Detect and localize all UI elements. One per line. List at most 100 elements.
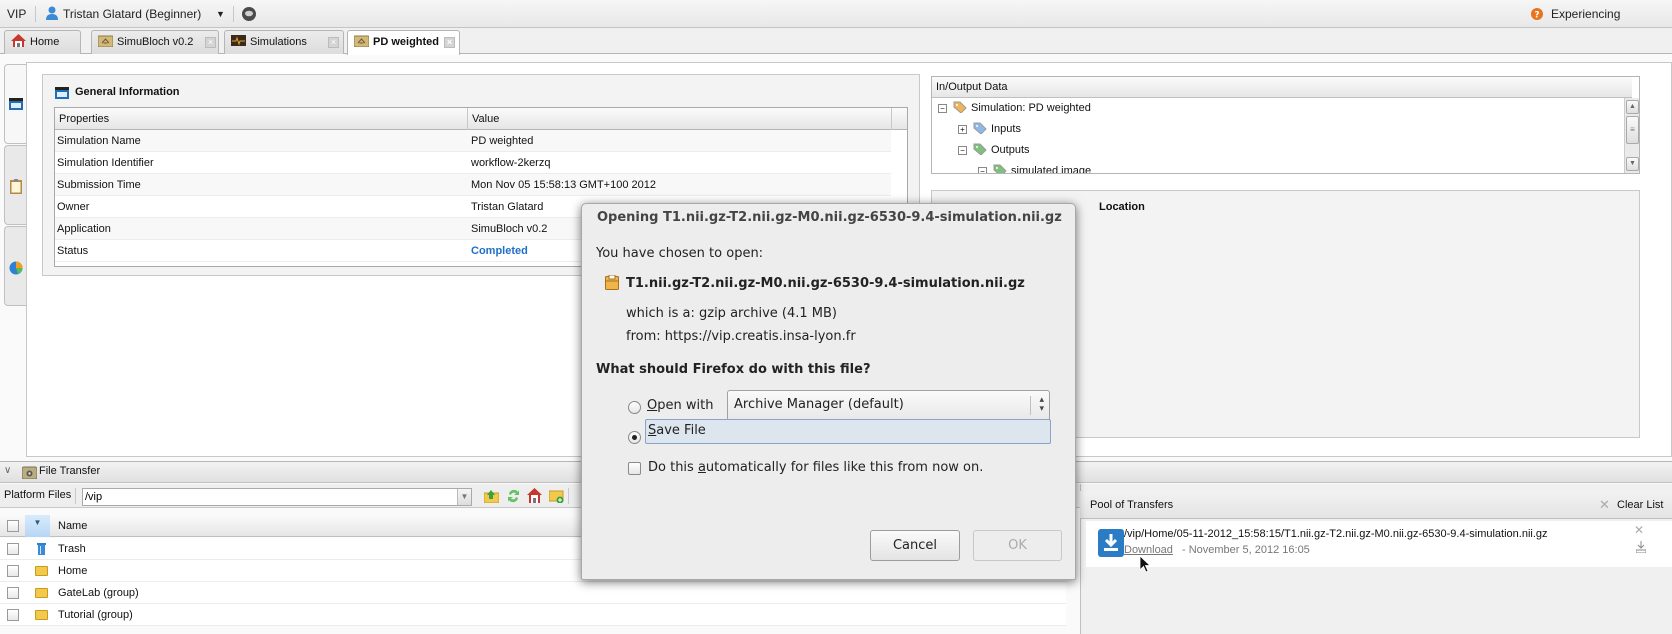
download-icon — [1098, 529, 1124, 557]
download-file-icon[interactable] — [1636, 541, 1646, 553]
home-icon[interactable] — [527, 488, 542, 503]
remove-transfer-icon[interactable]: ✕ — [1634, 523, 1644, 537]
file-transfer-icon — [22, 466, 37, 479]
auto-checkbox[interactable] — [628, 462, 641, 475]
select-all-checkbox[interactable] — [7, 520, 19, 532]
tab-pd-weighted[interactable]: PD weighted × — [347, 30, 460, 55]
experiencing-problems-link[interactable]: Experiencing problems? — [1551, 0, 1672, 49]
app-name[interactable]: VIP — [7, 0, 26, 28]
clear-icon[interactable]: ✕ — [1599, 497, 1610, 513]
tab-label: SimuBloch v0.2 — [117, 36, 194, 48]
tree-node[interactable]: − Outputs — [958, 140, 1030, 161]
status-badge: Completed — [471, 245, 528, 257]
tab-bar: Home SimuBloch v0.2 × Simulations × PD w… — [0, 28, 1672, 55]
refresh-icon[interactable] — [506, 488, 521, 504]
scroll-thumb[interactable]: ≡ — [1626, 116, 1639, 144]
save-file-option[interactable]: Save File — [645, 419, 1051, 444]
list-item[interactable]: Tutorial (group) — [0, 604, 1066, 626]
tag-icon — [973, 122, 987, 134]
row-checkbox[interactable] — [7, 543, 19, 555]
row-checkbox[interactable] — [7, 587, 19, 599]
collapse-icon[interactable]: − — [938, 104, 947, 113]
tree-node-label: Simulation: PD weighted — [971, 102, 1091, 114]
download-link[interactable]: Download — [1124, 544, 1173, 556]
close-tab-icon[interactable]: × — [205, 37, 216, 48]
folder-icon — [35, 610, 48, 620]
dialog-question: What should Firefox do with this file? — [596, 362, 871, 377]
window-icon — [55, 87, 69, 99]
clear-list-button[interactable]: Clear List — [1617, 499, 1663, 511]
column-header-properties[interactable]: Properties — [59, 108, 109, 130]
collapse-icon[interactable]: − — [958, 146, 967, 155]
ok-button[interactable]: OK — [973, 530, 1062, 561]
property-name: Simulation Identifier — [57, 157, 154, 169]
scroll-up-icon[interactable]: ▲ — [1626, 100, 1639, 114]
row-checkbox[interactable] — [7, 565, 19, 577]
path-input[interactable] — [82, 488, 472, 506]
clipboard-icon — [10, 179, 22, 194]
property-value: SimuBloch v0.2 — [471, 223, 548, 235]
tree-node[interactable]: + Inputs — [958, 119, 1021, 140]
side-tab-statistics[interactable] — [4, 226, 26, 306]
list-item[interactable]: GateLab (group) — [0, 582, 1066, 604]
file-name: GateLab (group) — [58, 587, 139, 599]
column-header-name[interactable]: Name — [58, 515, 87, 537]
divider — [1030, 396, 1031, 415]
chevron-down-icon[interactable]: ▼ — [216, 0, 225, 28]
trash-icon — [37, 543, 46, 555]
chat-icon[interactable] — [241, 0, 257, 28]
tab-simubloch[interactable]: SimuBloch v0.2 × — [91, 30, 219, 54]
scroll-down-icon[interactable]: ▼ — [1626, 157, 1639, 171]
close-tab-icon[interactable]: × — [328, 37, 339, 48]
auto-label[interactable]: Do this automatically for files like thi… — [648, 460, 983, 475]
pie-chart-icon — [9, 261, 23, 275]
tab-label: PD weighted — [373, 36, 440, 48]
close-tab-icon[interactable]: × — [444, 37, 455, 48]
pool-header: Pool of Transfers ✕ Clear List — [1080, 491, 1672, 519]
open-with-select[interactable]: Archive Manager (default) ▴ ▾ — [727, 390, 1050, 421]
tree-node[interactable]: − simulated image — [978, 161, 1091, 173]
sort-icon[interactable]: ▼ — [25, 515, 50, 537]
new-folder-icon[interactable] — [549, 489, 564, 503]
column-header-value[interactable]: Value — [467, 108, 499, 130]
tree-node[interactable]: − Simulation: PD weighted — [938, 98, 1091, 119]
property-name: Owner — [57, 201, 90, 213]
vertical-scrollbar[interactable]: ▲ ≡ ▼ — [1624, 98, 1639, 173]
parent-folder-icon[interactable] — [484, 489, 499, 503]
side-tab-general[interactable] — [4, 64, 26, 144]
tab-label: Home — [30, 36, 60, 48]
expand-icon[interactable]: + — [958, 125, 967, 134]
table-header: Properties Value — [55, 108, 907, 130]
file-name: T1.nii.gz-T2.nii.gz-M0.nii.gz-6530-9.4-s… — [626, 276, 1025, 291]
monitor-icon — [231, 33, 246, 46]
svg-text:?: ? — [1534, 11, 1539, 21]
help-icon: ? — [1530, 0, 1544, 28]
tree-header: In/Output Data — [932, 77, 1632, 98]
tree-node-label: Outputs — [991, 144, 1030, 156]
file-name: Trash — [58, 543, 86, 555]
property-value: workflow-2kerzq — [471, 157, 551, 169]
archive-file-icon — [605, 275, 619, 290]
property-name: Submission Time — [57, 179, 141, 191]
collapse-chevron-icon[interactable]: ∨ — [4, 465, 11, 476]
tab-simulations[interactable]: Simulations × — [224, 30, 344, 54]
table-row[interactable]: Submission Time Mon Nov 05 15:58:13 GMT+1… — [55, 174, 891, 196]
cancel-button[interactable]: Cancel — [870, 530, 960, 561]
side-tab-logs[interactable] — [4, 145, 26, 225]
application-folder-icon — [97, 33, 114, 48]
row-checkbox[interactable] — [7, 609, 19, 621]
table-row[interactable]: Simulation Identifier workflow-2kerzq — [55, 152, 891, 174]
collapse-icon[interactable]: − — [978, 167, 987, 173]
tree-node-label: Inputs — [991, 123, 1021, 135]
property-name: Status — [57, 245, 89, 257]
divider — [568, 488, 569, 504]
user-menu[interactable]: Tristan Glatard (Beginner) — [63, 0, 201, 28]
save-file-radio[interactable] — [628, 431, 641, 444]
open-with-radio[interactable] — [628, 401, 641, 414]
property-value: Mon Nov 05 15:58:13 GMT+100 2012 — [471, 179, 656, 191]
table-row[interactable]: Simulation Name PD weighted — [55, 130, 891, 152]
save-file-label: Save File — [648, 423, 706, 438]
path-dropdown-icon[interactable]: ▼ — [457, 489, 471, 505]
open-with-label[interactable]: Open with — [647, 398, 713, 413]
tab-home[interactable]: Home — [4, 30, 81, 54]
